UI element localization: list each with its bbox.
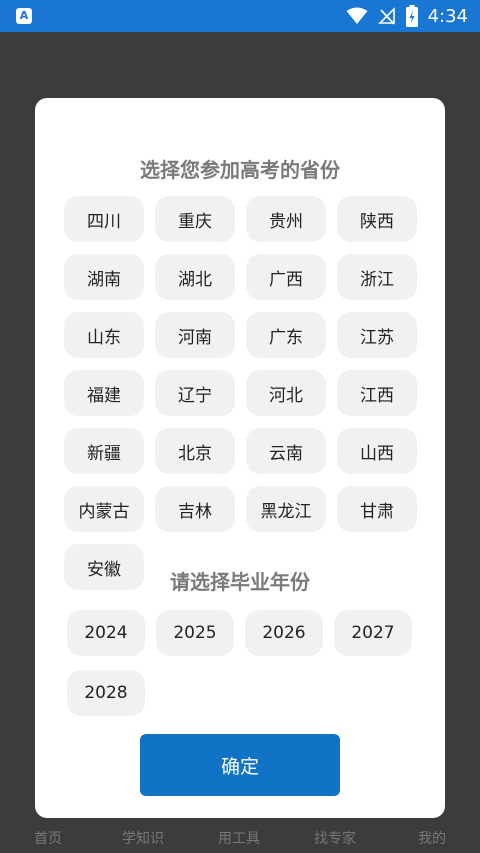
province-chip[interactable]: 贵州 bbox=[246, 196, 326, 242]
province-chip[interactable]: 山东 bbox=[64, 312, 144, 358]
confirm-button[interactable]: 确定 bbox=[140, 734, 340, 796]
year-chip[interactable]: 2025 bbox=[156, 610, 234, 656]
province-chip[interactable]: 江西 bbox=[337, 370, 417, 416]
province-chip[interactable]: 浙江 bbox=[337, 254, 417, 300]
province-grid: 四川 重庆 贵州 陕西 湖南 湖北 广西 浙江 山东 河南 广东 江苏 福建 辽… bbox=[64, 196, 417, 590]
app-notification-icon: A bbox=[16, 8, 32, 24]
nav-item-home[interactable]: 首页 bbox=[34, 828, 62, 848]
year-title: 请选择毕业年份 bbox=[170, 570, 310, 594]
province-chip[interactable]: 湖北 bbox=[155, 254, 235, 300]
province-chip[interactable]: 湖南 bbox=[64, 254, 144, 300]
province-chip[interactable]: 甘肃 bbox=[337, 486, 417, 532]
year-chip[interactable]: 2024 bbox=[67, 610, 145, 656]
province-chip[interactable]: 河南 bbox=[155, 312, 235, 358]
province-year-dialog: 选择您参加高考的省份 四川 重庆 贵州 陕西 湖南 湖北 广西 浙江 山东 河南… bbox=[35, 98, 445, 818]
no-signal-icon bbox=[377, 7, 395, 25]
year-grid: 2024 2025 2026 2027 2028 bbox=[67, 610, 419, 716]
year-chip[interactable]: 2026 bbox=[245, 610, 323, 656]
province-chip[interactable]: 福建 bbox=[64, 370, 144, 416]
wifi-icon bbox=[346, 7, 368, 24]
province-chip[interactable]: 四川 bbox=[64, 196, 144, 242]
nav-item-experts[interactable]: 找专家 bbox=[314, 828, 356, 848]
province-title: 选择您参加高考的省份 bbox=[140, 158, 340, 182]
province-chip[interactable]: 北京 bbox=[155, 428, 235, 474]
province-chip[interactable]: 江苏 bbox=[337, 312, 417, 358]
status-icons: 4:34 bbox=[346, 0, 468, 32]
year-chip[interactable]: 2028 bbox=[67, 670, 145, 716]
nav-item-tools[interactable]: 用工具 bbox=[218, 828, 260, 848]
province-chip[interactable]: 云南 bbox=[246, 428, 326, 474]
province-chip[interactable]: 河北 bbox=[246, 370, 326, 416]
battery-charging-icon bbox=[405, 5, 418, 27]
province-chip[interactable]: 广西 bbox=[246, 254, 326, 300]
year-chip[interactable]: 2027 bbox=[334, 610, 412, 656]
nav-item-learn[interactable]: 学知识 bbox=[122, 828, 164, 848]
province-chip[interactable]: 陕西 bbox=[337, 196, 417, 242]
status-time: 4:34 bbox=[427, 5, 468, 27]
province-chip[interactable]: 吉林 bbox=[155, 486, 235, 532]
province-chip[interactable]: 广东 bbox=[246, 312, 326, 358]
province-chip[interactable]: 辽宁 bbox=[155, 370, 235, 416]
province-chip[interactable]: 山西 bbox=[337, 428, 417, 474]
status-bar: A 4:34 bbox=[0, 0, 480, 32]
nav-item-mine[interactable]: 我的 bbox=[418, 828, 446, 848]
province-chip[interactable]: 新疆 bbox=[64, 428, 144, 474]
province-chip[interactable]: 重庆 bbox=[155, 196, 235, 242]
province-chip[interactable]: 黑龙江 bbox=[246, 486, 326, 532]
province-chip[interactable]: 内蒙古 bbox=[64, 486, 144, 532]
